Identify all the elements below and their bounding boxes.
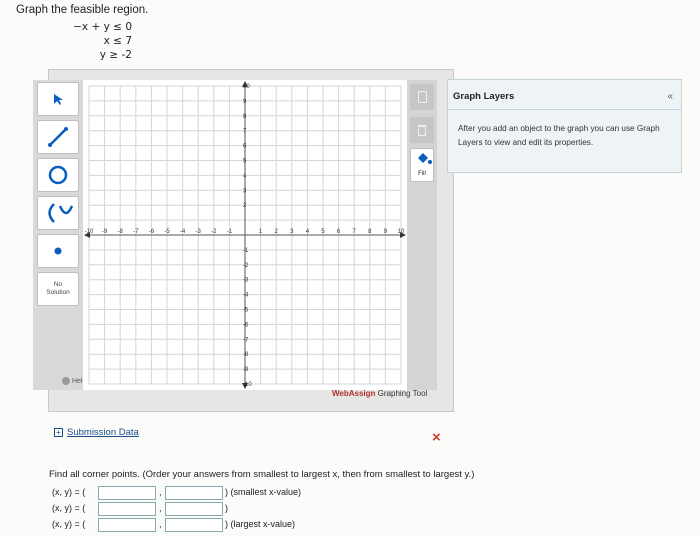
point-tool[interactable] [37,234,79,268]
pointer-icon [54,94,63,105]
corner-row-label: (x, y) = ( [52,487,86,497]
x-tick-label: 10 [398,229,405,235]
inequality-1: −x + y ≤ 0 [73,21,132,33]
line-icon [48,127,68,147]
x-tick-label: -10 [85,229,94,235]
no-solution-label-2: Solution [46,289,70,296]
y-tick-label: -7 [243,337,249,343]
inequality-3: y ≥ -2 [99,49,132,61]
graph-side-controls: Fill [407,80,437,390]
x-tick-label: -5 [164,229,170,235]
corner-row-note: ) (smallest x-value) [225,487,302,497]
corner-2-x-input[interactable] [98,502,156,516]
y-tick-label: -2 [243,263,249,269]
x-tick-label: -8 [118,229,124,235]
comma-separator: , [159,519,162,529]
no-solution-button[interactable]: No Solution [37,272,79,306]
y-tick-label: -10 [243,382,252,388]
inequality-2: x ≤ 7 [103,35,132,47]
y-tick-label: -1 [243,248,249,254]
collapse-panel-icon[interactable]: « [667,91,673,102]
trash-button[interactable] [410,117,434,143]
y-tick-label: -5 [243,308,249,314]
x-tick-label: -6 [149,229,155,235]
graph-layers-description: After you add an object to the graph you… [458,124,660,147]
corner-row-label: (x, y) = ( [52,503,86,513]
corner-row-label: (x, y) = ( [52,519,86,529]
no-solution-label-1: No [53,281,63,288]
y-tick-label: -4 [243,293,249,299]
circle-icon [48,165,68,185]
x-tick-label: -4 [180,229,186,235]
corner-2-y-input[interactable] [165,502,223,516]
parabola-tool[interactable] [37,196,79,230]
problem-title: Graph the feasible region. [16,4,149,16]
trash-icon [418,124,426,136]
parabola-icon [48,203,73,223]
corner-1-y-input[interactable] [165,486,223,500]
corner-1-x-input[interactable] [98,486,156,500]
corner-row-note: ) [225,503,228,513]
fill-label: Fill [418,171,426,177]
x-tick-label: -2 [211,229,217,235]
comma-separator: , [159,503,162,513]
pointer-tool[interactable] [37,82,79,116]
delete-icon [417,91,427,103]
y-tick-label: 10 [243,84,250,90]
submission-data-toggle[interactable]: + Submission Data [54,427,139,438]
graph-canvas[interactable]: -10 -9 -8 -7 -6 -5 -4 -3 -2 -1 1 2 3 4 5 6 7 8 9 10 1098765… [83,80,407,390]
y-tick-label: -9 [243,367,249,373]
y-tick-label: -8 [243,352,249,358]
expand-icon: + [54,428,63,437]
fill-icon [418,153,432,164]
line-tool[interactable] [37,120,79,154]
corner-row-note: ) (largest x-value) [225,519,296,529]
y-tick-label: -6 [243,322,249,328]
webassign-brand: WebAssign Graphing Tool [332,389,428,398]
point-icon [54,247,62,255]
help-icon [62,377,70,385]
submission-data-label: Submission Data [67,427,139,438]
corner-3-y-input[interactable] [165,518,223,532]
x-tick-label: -1 [227,229,233,235]
circle-tool[interactable] [37,158,79,192]
incorrect-mark-icon: × [432,429,441,446]
y-tick-label: -3 [243,278,249,284]
graph-layers-title: Graph Layers [453,91,515,102]
x-tick-label: -9 [102,229,108,235]
x-tick-label: -7 [133,229,139,235]
comma-separator: , [159,487,162,497]
graph-layers-header: Graph Layers « [448,80,681,110]
graph-layers-panel: Graph Layers « After you add an object t… [447,79,682,173]
corner-3-x-input[interactable] [98,518,156,532]
tool-palette: No Solution [33,80,83,390]
corner-points-instruction: Find all corner points. (Order your answ… [49,469,475,480]
delete-button[interactable] [410,84,434,110]
fill-button[interactable]: Fill [410,148,434,182]
x-tick-label: -3 [196,229,202,235]
